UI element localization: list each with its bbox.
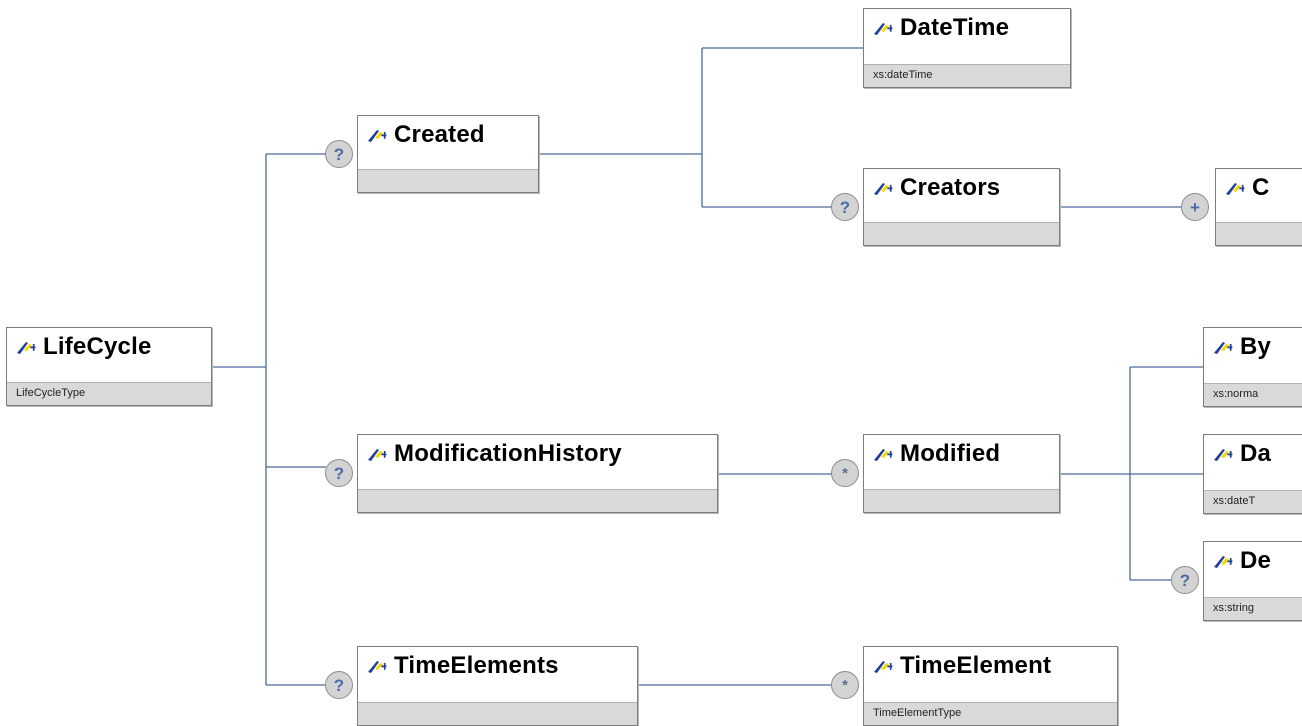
element-icon: [17, 342, 36, 354]
creator-element-node[interactable]: C: [1215, 168, 1302, 246]
node-type: [358, 169, 538, 192]
optional-badge: ?: [325, 671, 353, 699]
zero-or-more-badge: *: [831, 671, 859, 699]
node-label: Creators: [900, 174, 1001, 201]
node-label: Created: [394, 121, 485, 148]
date-element-node[interactable]: Da xs:dateT: [1203, 434, 1302, 514]
element-icon: [874, 23, 893, 35]
optional-badge: ?: [831, 193, 859, 221]
node-type: [864, 222, 1059, 245]
by-element-node[interactable]: By xs:norma: [1203, 327, 1302, 407]
node-label: De: [1240, 547, 1272, 574]
element-icon: [368, 130, 387, 142]
element-icon: [874, 183, 893, 195]
node-label: DateTime: [900, 14, 1010, 41]
modified-element-node[interactable]: Modified: [863, 434, 1060, 513]
optional-badge: ?: [1171, 566, 1199, 594]
zero-or-more-badge: *: [831, 459, 859, 487]
optional-badge: ?: [325, 140, 353, 168]
element-icon: [1214, 556, 1233, 568]
element-icon: [874, 661, 893, 673]
node-type: xs:norma: [1204, 383, 1302, 406]
element-icon: [368, 661, 387, 673]
node-type: TimeElementType: [864, 702, 1117, 725]
node-type: xs:dateTime: [864, 64, 1070, 87]
node-type: xs:string: [1204, 597, 1302, 620]
time-element-element-node[interactable]: TimeElement TimeElementType: [863, 646, 1118, 726]
element-icon: [874, 449, 893, 461]
node-label: LifeCycle: [43, 333, 152, 360]
node-type: [358, 489, 717, 512]
optional-badge: ?: [325, 459, 353, 487]
node-type: [864, 489, 1059, 512]
node-label: By: [1240, 333, 1272, 360]
creators-element-node[interactable]: Creators: [863, 168, 1060, 246]
element-icon: [368, 449, 387, 461]
node-label: ModificationHistory: [394, 440, 622, 467]
datetime-element-node[interactable]: DateTime xs:dateTime: [863, 8, 1071, 88]
element-icon: [1214, 342, 1233, 354]
node-type: LifeCycleType: [7, 382, 211, 405]
time-elements-element-node[interactable]: TimeElements: [357, 646, 638, 726]
element-icon: [1226, 183, 1245, 195]
node-label: C: [1252, 174, 1270, 201]
node-label: TimeElement: [900, 652, 1052, 679]
modification-history-element-node[interactable]: ModificationHistory: [357, 434, 718, 513]
description-element-node[interactable]: De xs:string: [1203, 541, 1302, 621]
node-type: xs:dateT: [1204, 490, 1302, 513]
element-icon: [1214, 449, 1233, 461]
node-label: Da: [1240, 440, 1272, 467]
node-type: [358, 702, 637, 725]
node-label: Modified: [900, 440, 1001, 467]
one-or-more-badge: +: [1181, 193, 1209, 221]
lifecycle-element-node[interactable]: LifeCycle LifeCycleType: [6, 327, 212, 406]
created-element-node[interactable]: Created: [357, 115, 539, 193]
node-label: TimeElements: [394, 652, 559, 679]
node-type: [1216, 222, 1302, 245]
